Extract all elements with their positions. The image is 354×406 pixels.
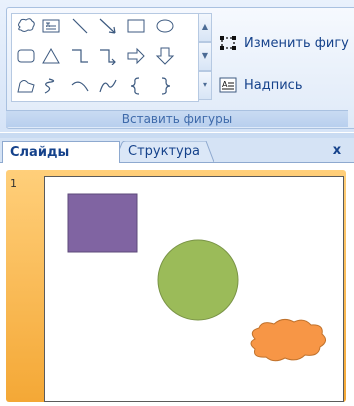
arc-icon[interactable] — [70, 77, 90, 95]
close-pane-button[interactable]: x — [328, 142, 346, 160]
ribbon: A ▲ ▼ ▾ Изменить фигу A Надпись Вставить… — [0, 0, 354, 132]
curve-icon[interactable] — [98, 77, 118, 95]
gallery-scroll-down-icon[interactable]: ▼ — [198, 42, 212, 71]
textbox-icon[interactable]: A — [41, 17, 61, 35]
oval-icon[interactable] — [155, 17, 175, 35]
orange-cloud-shape — [250, 318, 326, 362]
left-brace-icon[interactable] — [126, 77, 146, 95]
green-circle-shape — [157, 239, 239, 321]
textbox-button[interactable]: A Надпись — [218, 74, 303, 96]
edit-shape-label: Изменить фигу — [244, 35, 349, 51]
arrow-line-icon[interactable] — [98, 17, 118, 35]
group-title: Вставить фигуры — [6, 110, 348, 127]
right-arrow-icon[interactable] — [126, 47, 146, 65]
elbow-connector-icon[interactable] — [70, 47, 90, 65]
scribble-icon[interactable] — [41, 77, 61, 95]
line-icon[interactable] — [70, 17, 90, 35]
freeform-icon[interactable] — [16, 77, 36, 95]
gallery-more-icon[interactable]: ▾ — [198, 71, 212, 100]
rounded-rectangle-icon[interactable] — [16, 47, 36, 65]
purple-square-shape — [67, 193, 138, 253]
tab-slides-label: Слайды — [10, 145, 70, 160]
shapes-gallery: A — [11, 13, 199, 102]
right-brace-icon[interactable] — [155, 77, 175, 95]
tab-slides[interactable]: Слайды — [2, 141, 120, 163]
textbox-label: Надпись — [244, 77, 303, 93]
rectangle-icon[interactable] — [126, 17, 146, 35]
gallery-scroll: ▲ ▼ ▾ — [198, 13, 212, 100]
slide-number: 1 — [10, 177, 17, 190]
callout-cloud-icon[interactable] — [16, 17, 36, 35]
edit-points-icon — [218, 34, 238, 52]
slide-canvas — [67, 193, 326, 362]
tab-outline[interactable]: Структура — [114, 141, 214, 162]
edit-shape-button[interactable]: Изменить фигу — [218, 32, 349, 54]
tab-outline-label: Структура — [128, 144, 200, 159]
triangle-icon[interactable] — [41, 47, 61, 65]
pane-tabs: Структура Слайды x — [0, 138, 354, 163]
down-arrow-icon[interactable] — [155, 47, 175, 65]
svg-text:A: A — [222, 80, 228, 89]
slide-thumbnail[interactable] — [44, 176, 344, 402]
textbox-icon: A — [218, 76, 238, 94]
gallery-scroll-up-icon[interactable]: ▲ — [198, 13, 212, 42]
elbow-arrow-connector-icon[interactable] — [98, 47, 118, 65]
